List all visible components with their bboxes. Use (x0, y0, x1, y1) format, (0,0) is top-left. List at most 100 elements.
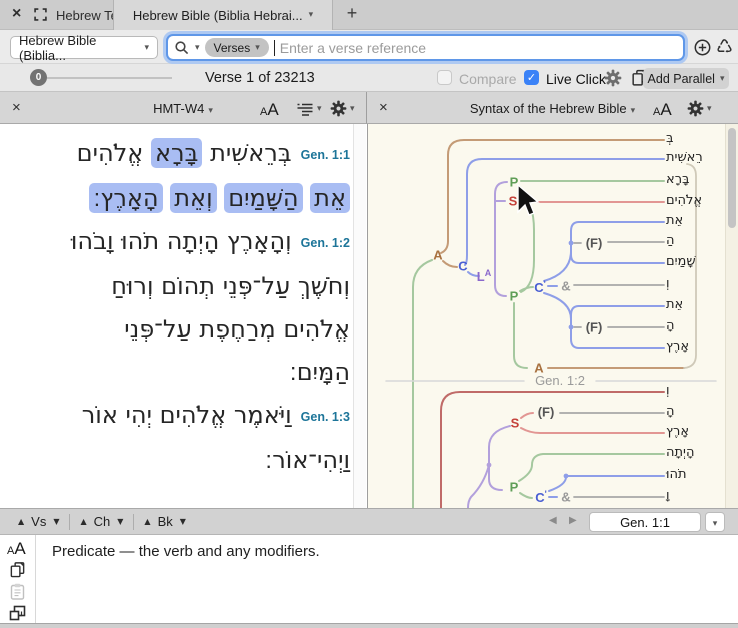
verse-reference-box[interactable]: Gen. 1:1 (589, 512, 701, 532)
right-pane-scrollbar[interactable] (725, 124, 738, 508)
hebrew-word[interactable]: וְרוּחַ (111, 272, 153, 300)
hebrew-word[interactable]: אוֹר (82, 401, 118, 429)
clipboard-icon[interactable] (10, 583, 25, 600)
research-recycle-icon[interactable]: ♺ (716, 36, 733, 58)
live-click-gear-icon[interactable] (604, 69, 622, 87)
nav-up-vs[interactable]: ▲ (18, 517, 24, 526)
sync-panes-icon[interactable] (9, 605, 26, 621)
next-verse-button[interactable]: ▶ (569, 515, 577, 526)
hebrew-word[interactable]: תֹהוּ (121, 227, 159, 255)
tree-word[interactable]: הַ (666, 233, 675, 248)
tree-node-p[interactable]: P (510, 175, 519, 190)
tree-word[interactable]: הָיְתָה (666, 445, 694, 460)
tree-word[interactable]: שָׁמַיִם (666, 254, 696, 269)
hebrew-word[interactable]: מְרַחֶפֶת (199, 315, 275, 343)
tree-word[interactable]: רֵאשִׁית (666, 150, 703, 165)
tree-word[interactable]: אָרֶץ (666, 339, 689, 354)
prev-verse-button[interactable]: ◀ (549, 515, 557, 526)
hebrew-word[interactable]: אֱלֹהִים (160, 401, 227, 429)
tree-word[interactable]: תֹהוּ (666, 467, 687, 482)
hebrew-word-highlighted[interactable]: בָּרָא (151, 138, 202, 168)
add-search-icon[interactable] (694, 39, 711, 56)
hebrew-word[interactable]: וַיְהִי־אוֹר׃ (265, 446, 350, 474)
tree-node-[interactable]: & (561, 279, 570, 294)
tree-word[interactable]: אֵת (666, 213, 683, 228)
hebrew-word[interactable]: בְּרֵאשִׁית (210, 139, 292, 167)
live-click-label[interactable]: Live Click (546, 71, 606, 87)
tree-node-[interactable]: & (561, 490, 570, 505)
pane-settings-button[interactable]: ▾ (687, 100, 712, 117)
tree-node-f[interactable]: (F) (586, 236, 603, 251)
tab-hebrew-bible[interactable]: Hebrew Bible (Biblia Hebrai... ▾ (113, 0, 333, 30)
tree-node-f[interactable]: (F) (538, 405, 555, 420)
slider-track[interactable] (47, 77, 172, 79)
tree-node-c[interactable]: C' (535, 489, 547, 505)
hebrew-word[interactable]: אֱלֹהִים (77, 139, 144, 167)
right-pane-title[interactable]: Syntax of the Hebrew Bible▾ (367, 101, 738, 116)
hebrew-word[interactable]: יְהִי (126, 401, 152, 429)
tree-node-s[interactable]: S (511, 416, 520, 431)
hebrew-word[interactable]: וְחֹשֶׁךְ (298, 272, 350, 300)
expand-icon[interactable] (34, 8, 47, 21)
tree-node-l[interactable]: LA (477, 268, 491, 284)
nav-down-ch[interactable]: ▼ (117, 517, 123, 526)
font-size-button[interactable]: AA (7, 539, 26, 559)
add-tab-button[interactable]: + (342, 3, 362, 24)
hebrew-word-highlighted[interactable]: הַשָּׁמַיִם (224, 183, 302, 213)
hebrew-word-highlighted[interactable]: הָאָרֶץ׃ (89, 183, 162, 213)
tree-word[interactable]: אֵת (666, 297, 683, 312)
hebrew-word[interactable]: אֱלֹהִים (283, 315, 350, 343)
tree-word[interactable]: וָ (666, 488, 670, 503)
nav-up-bk[interactable]: ▲ (144, 517, 150, 526)
hebrew-word[interactable]: הַמָּיִם׃ (290, 358, 350, 386)
hebrew-word[interactable]: וָבֹהוּ (71, 227, 114, 255)
search-input[interactable]: ▾ Verses ▾ Enter a verse reference (166, 34, 685, 61)
left-pane-scrollbar[interactable] (353, 124, 366, 508)
tree-word[interactable]: אָרֶץ (666, 424, 689, 439)
verses-scope-pill[interactable]: Verses ▾ (205, 38, 269, 57)
nav-down-vs[interactable]: ▼ (53, 517, 59, 526)
hebrew-word-highlighted[interactable]: אֵת (310, 183, 350, 213)
search-scope-chevron-icon[interactable]: ▾ (195, 43, 200, 53)
tree-node-c[interactable]: C' (534, 279, 546, 295)
hebrew-word[interactable]: וְהָאָרֶץ (227, 227, 292, 255)
display-settings-button[interactable]: ▾ (296, 102, 322, 116)
font-size-button[interactable]: AA (653, 100, 672, 120)
font-size-button[interactable]: AA (260, 100, 279, 120)
live-click-checkbox[interactable]: ✓ (524, 70, 539, 85)
tree-word[interactable]: הָ (666, 318, 675, 333)
module-selector-button[interactable]: Hebrew Bible (Biblia... ▾ (10, 36, 158, 59)
hebrew-word[interactable]: וַיֹּאמֶר (234, 401, 292, 429)
verse-ref[interactable]: Gen. 1:3 (301, 396, 350, 439)
hit-count-slider[interactable]: 0 (30, 69, 47, 86)
close-window-icon[interactable]: × (12, 5, 21, 23)
tree-node-p[interactable]: P (510, 480, 519, 495)
tree-node-c[interactable]: C (458, 259, 467, 274)
hebrew-word[interactable]: הָיְתָה (167, 227, 220, 255)
tree-word[interactable]: בְּ (666, 131, 674, 146)
add-parallel-button[interactable]: Add Parallel ▾ (643, 68, 729, 89)
tree-word[interactable]: וְ (666, 276, 670, 291)
tree-node-s[interactable]: S (509, 194, 518, 209)
verse-reference-dropdown[interactable]: ▾ (705, 512, 725, 532)
scrollbar-thumb[interactable] (728, 128, 736, 228)
hebrew-word[interactable]: תְהוֹם (161, 272, 215, 300)
search-icon[interactable] (174, 40, 190, 56)
hebrew-word[interactable]: עַל־פְּנֵי (223, 272, 291, 300)
tree-node-a[interactable]: A (433, 248, 442, 263)
hebrew-word[interactable]: עַל־פְּנֵי (124, 315, 192, 343)
tree-node-f[interactable]: (F) (586, 320, 603, 335)
tree-word[interactable]: וְ (666, 383, 670, 398)
compare-label[interactable]: Compare (459, 71, 517, 87)
tree-word[interactable]: אֱלֹהִים (666, 193, 702, 208)
tree-word[interactable]: הָ (666, 404, 675, 419)
compare-checkbox[interactable] (437, 70, 452, 85)
nav-down-bk[interactable]: ▼ (180, 517, 186, 526)
nav-up-ch[interactable]: ▲ (80, 517, 86, 526)
verse-ref[interactable]: Gen. 1:2 (301, 222, 350, 265)
hebrew-word-highlighted[interactable]: וְאֵת (170, 183, 216, 213)
copy-icon[interactable] (9, 561, 26, 578)
tree-word[interactable]: בָּרָא (666, 172, 690, 187)
verse-ref[interactable]: Gen. 1:1 (301, 134, 350, 177)
pane-settings-button[interactable]: ▾ (330, 100, 355, 117)
